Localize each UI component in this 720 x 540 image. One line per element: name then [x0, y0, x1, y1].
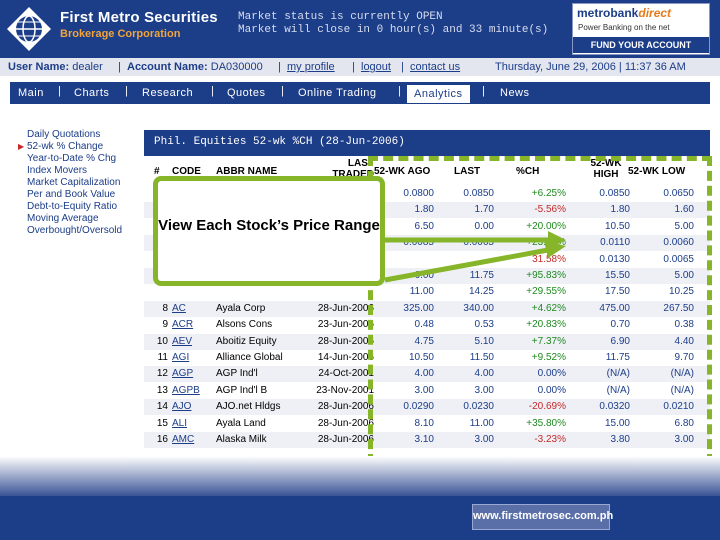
- callout-text: View Each Stock’s Price Range: [158, 217, 380, 234]
- footer-url-box[interactable]: www.firstmetrosec.com.ph: [472, 504, 613, 530]
- footer-url[interactable]: www.firstmetrosec.com.ph: [473, 510, 613, 522]
- footer-gradient: [0, 456, 720, 496]
- callout-box: View Each Stock’s Price Range: [153, 176, 385, 286]
